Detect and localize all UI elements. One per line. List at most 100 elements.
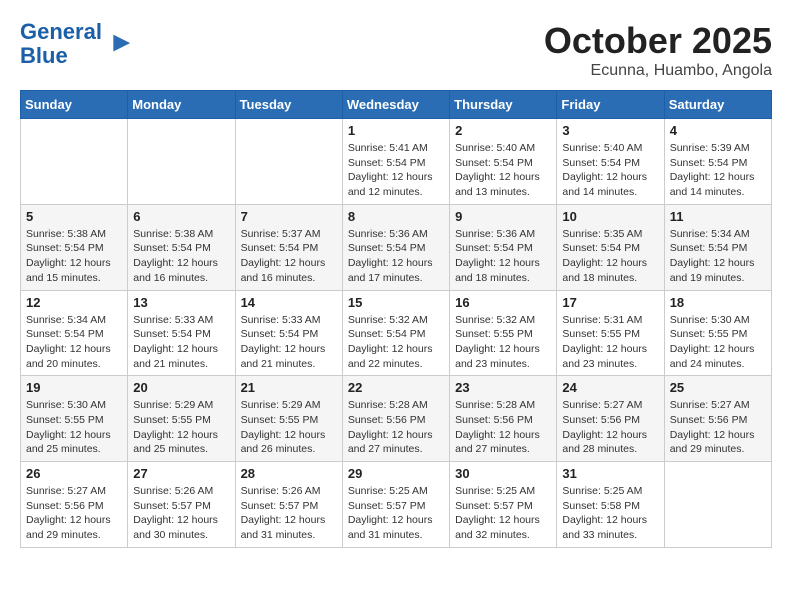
day-number: 17 bbox=[562, 295, 658, 310]
calendar-cell: 8 Sunrise: 5:36 AM Sunset: 5:54 PM Daylig… bbox=[342, 204, 449, 290]
calendar-cell: 5 Sunrise: 5:38 AM Sunset: 5:54 PM Daylig… bbox=[21, 204, 128, 290]
day-number: 15 bbox=[348, 295, 444, 310]
day-info: Sunrise: 5:33 AM Sunset: 5:54 PM Dayligh… bbox=[241, 313, 337, 372]
day-info: Sunrise: 5:28 AM Sunset: 5:56 PM Dayligh… bbox=[455, 398, 551, 457]
day-number: 22 bbox=[348, 380, 444, 395]
weekday-header: Monday bbox=[128, 91, 235, 119]
day-number: 27 bbox=[133, 466, 229, 481]
day-number: 13 bbox=[133, 295, 229, 310]
day-number: 25 bbox=[670, 380, 766, 395]
calendar-cell bbox=[664, 462, 771, 548]
calendar-cell bbox=[235, 119, 342, 205]
day-number: 29 bbox=[348, 466, 444, 481]
day-number: 10 bbox=[562, 209, 658, 224]
calendar-cell: 14Sunrise: 5:33 AM Sunset: 5:54 PM Dayli… bbox=[235, 290, 342, 376]
calendar-cell: 18Sunrise: 5:30 AM Sunset: 5:55 PM Dayli… bbox=[664, 290, 771, 376]
calendar-cell: 17 Sunrise: 5:31 AM Sunset: 5:55 PM Dayli… bbox=[557, 290, 664, 376]
title-area: October 2025 Ecunna, Huambo, Angola bbox=[544, 20, 772, 80]
day-number: 5 bbox=[26, 209, 122, 224]
calendar-cell: 27 Sunrise: 5:26 AM Sunset: 5:57 PM Dayli… bbox=[128, 462, 235, 548]
day-info: Sunrise: 5:27 AM Sunset: 5:56 PM Dayligh… bbox=[562, 398, 658, 457]
day-number: 3 bbox=[562, 123, 658, 138]
weekday-header: Tuesday bbox=[235, 91, 342, 119]
day-info: Sunrise: 5:25 AM Sunset: 5:58 PM Dayligh… bbox=[562, 484, 658, 543]
day-info: Sunrise: 5:40 AM Sunset: 5:54 PM Dayligh… bbox=[455, 141, 551, 200]
calendar-week-row: 5 Sunrise: 5:38 AM Sunset: 5:54 PM Daylig… bbox=[21, 204, 772, 290]
weekday-header: Thursday bbox=[450, 91, 557, 119]
day-number: 24 bbox=[562, 380, 658, 395]
calendar-week-row: 19 Sunrise: 5:30 AM Sunset: 5:55 PM Dayli… bbox=[21, 376, 772, 462]
day-number: 12 bbox=[26, 295, 122, 310]
weekday-header-row: SundayMondayTuesdayWednesdayThursdayFrid… bbox=[21, 91, 772, 119]
calendar-cell: 15 Sunrise: 5:32 AM Sunset: 5:54 PM Dayli… bbox=[342, 290, 449, 376]
calendar-cell: 26Sunrise: 5:27 AM Sunset: 5:56 PM Dayli… bbox=[21, 462, 128, 548]
day-number: 11 bbox=[670, 209, 766, 224]
calendar-cell: 4 Sunrise: 5:39 AM Sunset: 5:54 PM Daylig… bbox=[664, 119, 771, 205]
calendar-cell: 1 Sunrise: 5:41 AM Sunset: 5:54 PM Daylig… bbox=[342, 119, 449, 205]
day-number: 6 bbox=[133, 209, 229, 224]
day-info: Sunrise: 5:27 AM Sunset: 5:56 PM Dayligh… bbox=[26, 484, 122, 543]
logo-icon bbox=[104, 30, 132, 58]
calendar-cell: 22Sunrise: 5:28 AM Sunset: 5:56 PM Dayli… bbox=[342, 376, 449, 462]
day-info: Sunrise: 5:40 AM Sunset: 5:54 PM Dayligh… bbox=[562, 141, 658, 200]
calendar-cell: 9Sunrise: 5:36 AM Sunset: 5:54 PM Daylig… bbox=[450, 204, 557, 290]
calendar-cell: 13 Sunrise: 5:33 AM Sunset: 5:54 PM Dayli… bbox=[128, 290, 235, 376]
day-info: Sunrise: 5:38 AM Sunset: 5:54 PM Dayligh… bbox=[133, 227, 229, 286]
calendar-cell: 2 Sunrise: 5:40 AM Sunset: 5:54 PM Daylig… bbox=[450, 119, 557, 205]
day-number: 18 bbox=[670, 295, 766, 310]
day-number: 30 bbox=[455, 466, 551, 481]
weekday-header: Sunday bbox=[21, 91, 128, 119]
day-info: Sunrise: 5:36 AM Sunset: 5:54 PM Dayligh… bbox=[455, 227, 551, 286]
calendar-week-row: 1 Sunrise: 5:41 AM Sunset: 5:54 PM Daylig… bbox=[21, 119, 772, 205]
calendar-cell bbox=[128, 119, 235, 205]
day-info: Sunrise: 5:27 AM Sunset: 5:56 PM Dayligh… bbox=[670, 398, 766, 457]
day-info: Sunrise: 5:25 AM Sunset: 5:57 PM Dayligh… bbox=[348, 484, 444, 543]
day-info: Sunrise: 5:26 AM Sunset: 5:57 PM Dayligh… bbox=[133, 484, 229, 543]
day-info: Sunrise: 5:41 AM Sunset: 5:54 PM Dayligh… bbox=[348, 141, 444, 200]
day-number: 19 bbox=[26, 380, 122, 395]
day-number: 1 bbox=[348, 123, 444, 138]
day-number: 28 bbox=[241, 466, 337, 481]
page-header: General Blue October 2025 Ecunna, Huambo… bbox=[20, 20, 772, 80]
day-info: Sunrise: 5:30 AM Sunset: 5:55 PM Dayligh… bbox=[26, 398, 122, 457]
calendar-cell: 7 Sunrise: 5:37 AM Sunset: 5:54 PM Daylig… bbox=[235, 204, 342, 290]
day-number: 7 bbox=[241, 209, 337, 224]
day-info: Sunrise: 5:39 AM Sunset: 5:54 PM Dayligh… bbox=[670, 141, 766, 200]
day-number: 2 bbox=[455, 123, 551, 138]
logo: General Blue bbox=[20, 20, 132, 68]
calendar-cell: 21Sunrise: 5:29 AM Sunset: 5:55 PM Dayli… bbox=[235, 376, 342, 462]
calendar-cell: 10 Sunrise: 5:35 AM Sunset: 5:54 PM Dayli… bbox=[557, 204, 664, 290]
calendar-cell: 11 Sunrise: 5:34 AM Sunset: 5:54 PM Dayli… bbox=[664, 204, 771, 290]
day-info: Sunrise: 5:37 AM Sunset: 5:54 PM Dayligh… bbox=[241, 227, 337, 286]
calendar-cell: 3 Sunrise: 5:40 AM Sunset: 5:54 PM Daylig… bbox=[557, 119, 664, 205]
day-info: Sunrise: 5:33 AM Sunset: 5:54 PM Dayligh… bbox=[133, 313, 229, 372]
day-info: Sunrise: 5:36 AM Sunset: 5:54 PM Dayligh… bbox=[348, 227, 444, 286]
day-number: 23 bbox=[455, 380, 551, 395]
day-info: Sunrise: 5:29 AM Sunset: 5:55 PM Dayligh… bbox=[133, 398, 229, 457]
location-title: Ecunna, Huambo, Angola bbox=[544, 62, 772, 80]
calendar-cell: 20 Sunrise: 5:29 AM Sunset: 5:55 PM Dayli… bbox=[128, 376, 235, 462]
calendar-cell: 28 Sunrise: 5:26 AM Sunset: 5:57 PM Dayli… bbox=[235, 462, 342, 548]
logo-text: General Blue bbox=[20, 20, 102, 68]
month-title: October 2025 bbox=[544, 20, 772, 62]
day-info: Sunrise: 5:26 AM Sunset: 5:57 PM Dayligh… bbox=[241, 484, 337, 543]
day-info: Sunrise: 5:35 AM Sunset: 5:54 PM Dayligh… bbox=[562, 227, 658, 286]
calendar-cell: 29 Sunrise: 5:25 AM Sunset: 5:57 PM Dayli… bbox=[342, 462, 449, 548]
day-info: Sunrise: 5:38 AM Sunset: 5:54 PM Dayligh… bbox=[26, 227, 122, 286]
day-number: 20 bbox=[133, 380, 229, 395]
calendar-cell: 31 Sunrise: 5:25 AM Sunset: 5:58 PM Dayli… bbox=[557, 462, 664, 548]
day-info: Sunrise: 5:32 AM Sunset: 5:54 PM Dayligh… bbox=[348, 313, 444, 372]
day-info: Sunrise: 5:29 AM Sunset: 5:55 PM Dayligh… bbox=[241, 398, 337, 457]
calendar-table: SundayMondayTuesdayWednesdayThursdayFrid… bbox=[20, 90, 772, 548]
day-info: Sunrise: 5:31 AM Sunset: 5:55 PM Dayligh… bbox=[562, 313, 658, 372]
day-number: 16 bbox=[455, 295, 551, 310]
weekday-header: Wednesday bbox=[342, 91, 449, 119]
day-number: 31 bbox=[562, 466, 658, 481]
calendar-cell: 23 Sunrise: 5:28 AM Sunset: 5:56 PM Dayli… bbox=[450, 376, 557, 462]
day-number: 8 bbox=[348, 209, 444, 224]
day-info: Sunrise: 5:34 AM Sunset: 5:54 PM Dayligh… bbox=[670, 227, 766, 286]
calendar-cell: 6 Sunrise: 5:38 AM Sunset: 5:54 PM Daylig… bbox=[128, 204, 235, 290]
weekday-header: Friday bbox=[557, 91, 664, 119]
day-number: 4 bbox=[670, 123, 766, 138]
calendar-cell: 24 Sunrise: 5:27 AM Sunset: 5:56 PM Dayli… bbox=[557, 376, 664, 462]
